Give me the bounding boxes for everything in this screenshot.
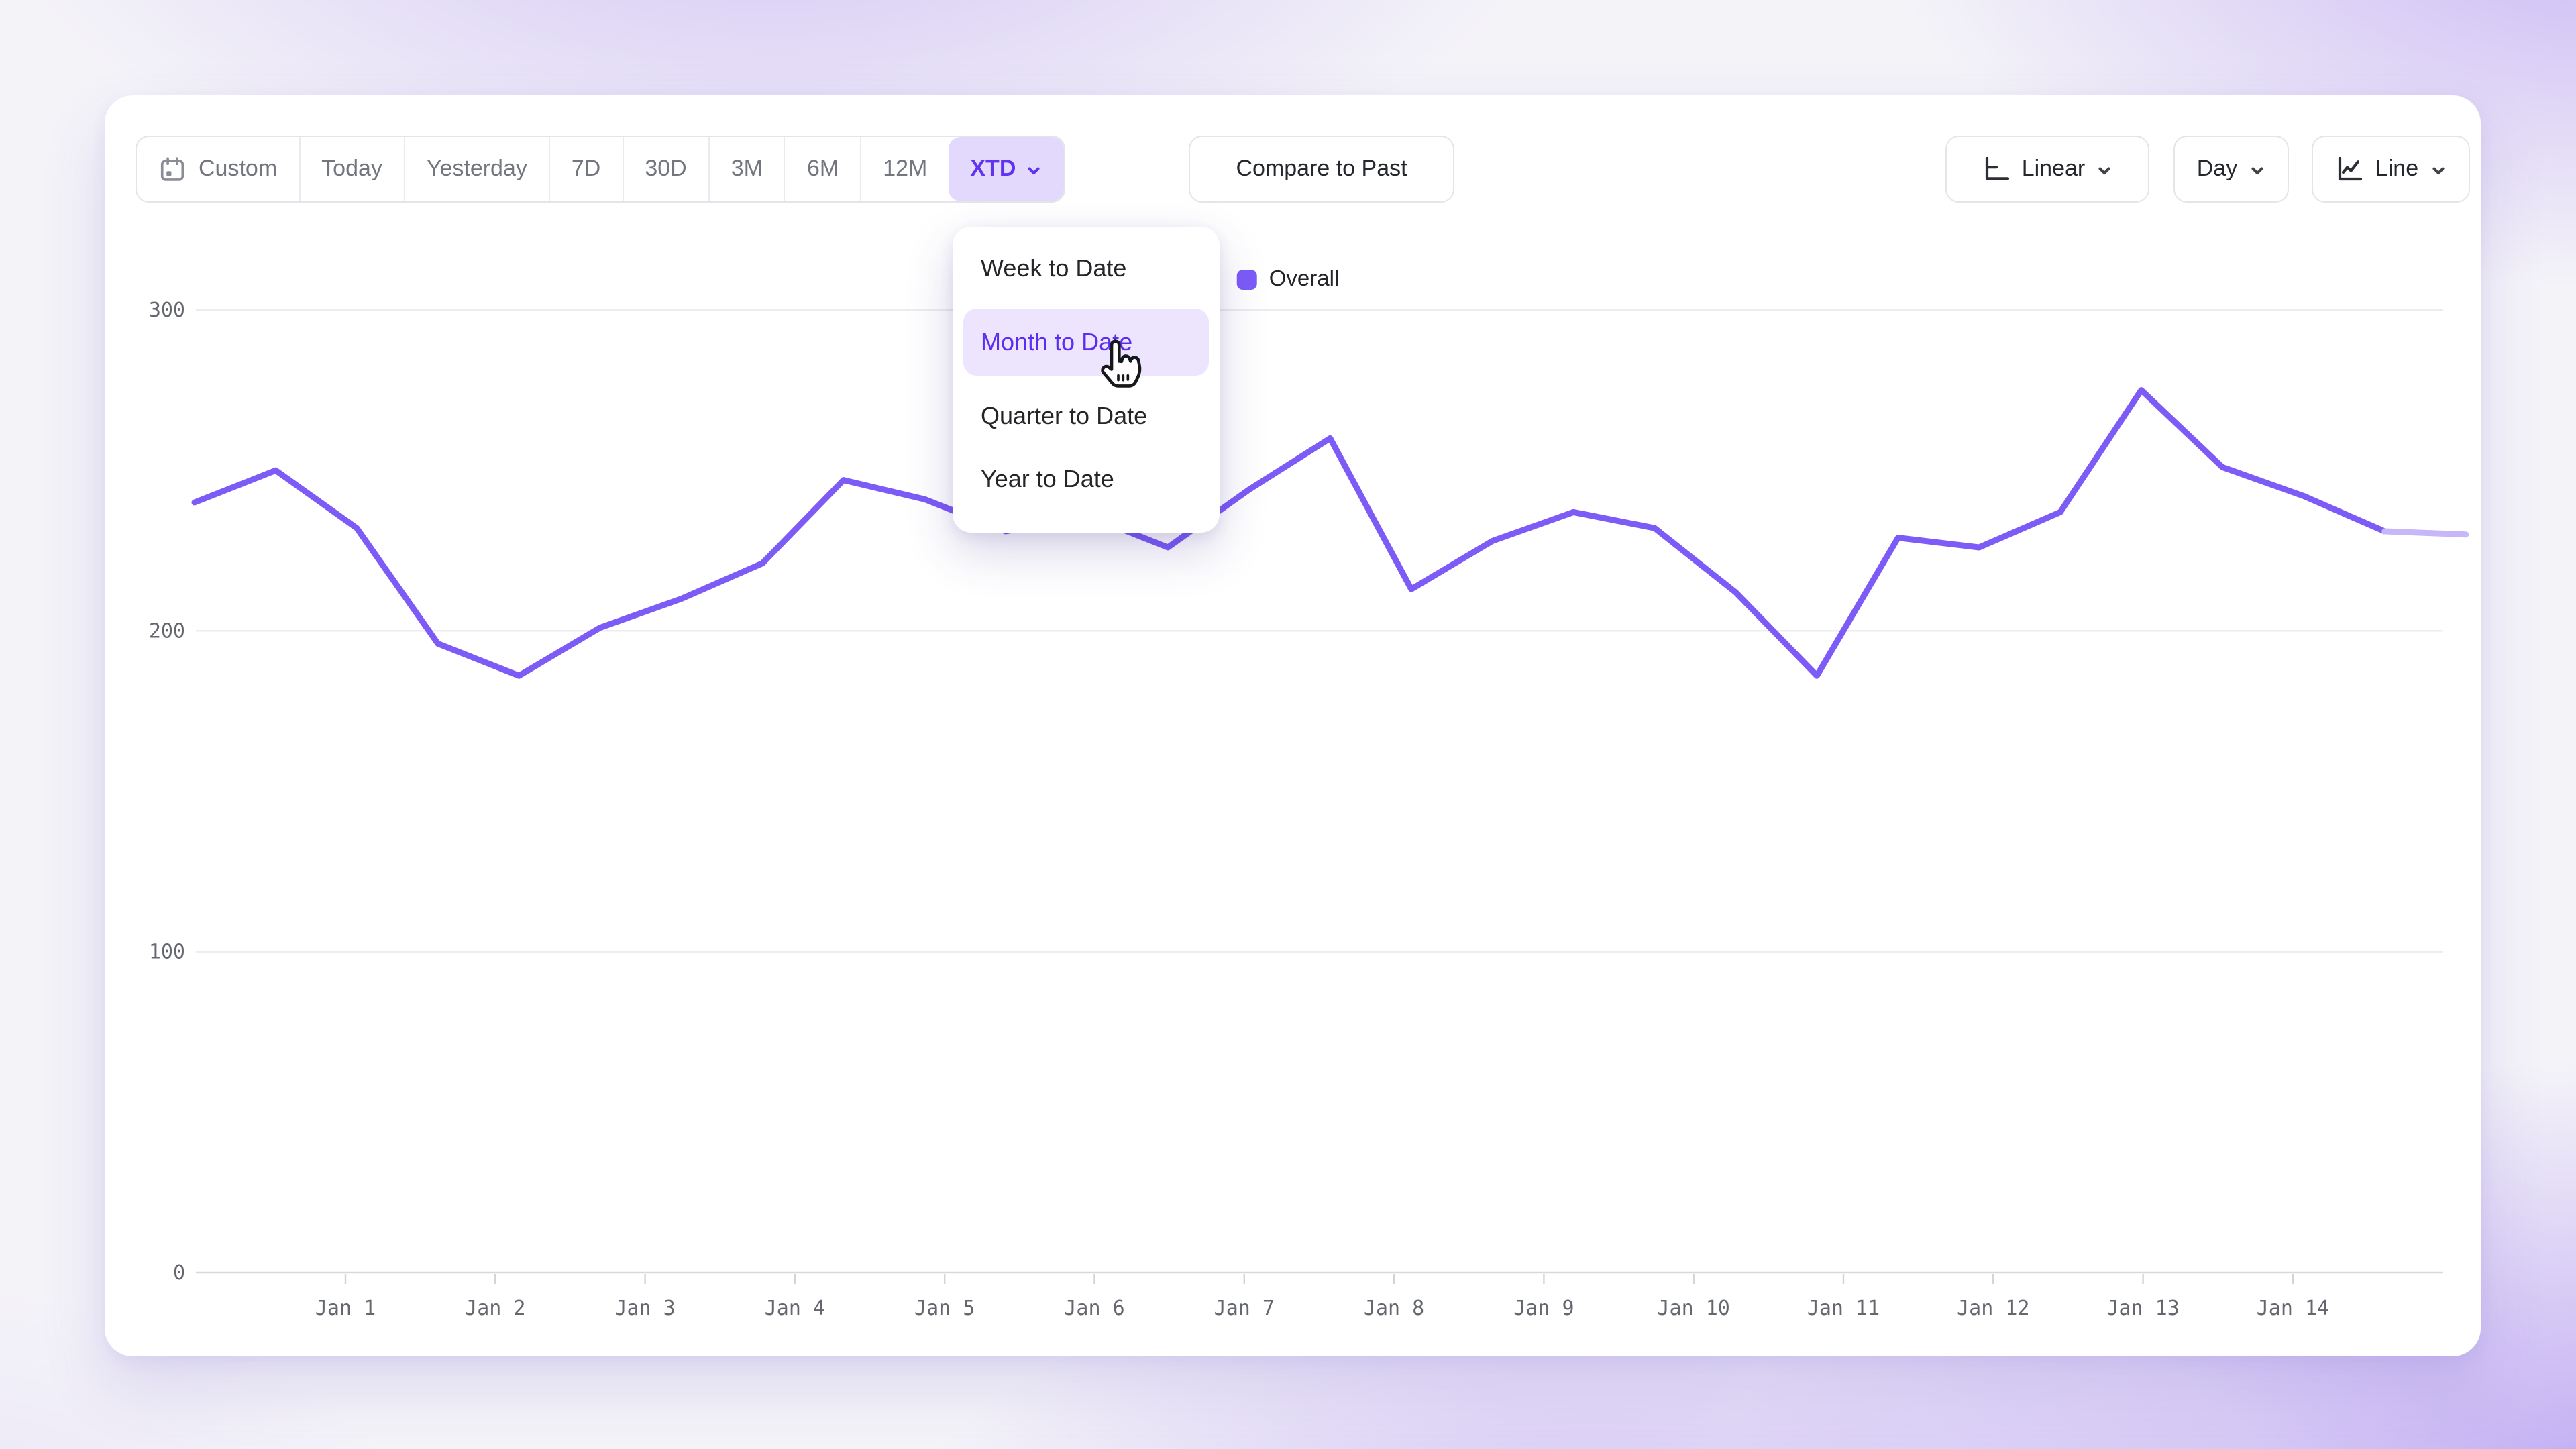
x-tick-label-1: Jan 1 [315,1297,376,1320]
y-tick-label-100: 100 [149,941,185,964]
x-tick-label-14: Jan 14 [2257,1297,2329,1320]
dropdown-item-quarter-to-date[interactable]: Quarter to Date [963,393,1209,439]
x-tick-label-12: Jan 12 [1957,1297,2029,1320]
xtd-dropdown-menu: Week to Date Month to Date Quarter to Date… [953,227,1220,533]
series-line-overall [195,390,2385,676]
x-tick-label-10: Jan 10 [1658,1297,1730,1320]
y-tick-label-200: 200 [149,619,185,643]
x-tick-label-9: Jan 9 [1513,1297,1574,1320]
line-chart: 0 100 200 300 Jan 1 Jan 2 Jan 3 Jan 4 Jan 5 Jan 6… [0,0,2576,1449]
series-line-overall-incomplete-tail [2385,531,2466,535]
x-tick-label-4: Jan 4 [765,1297,825,1320]
x-tick-label-5: Jan 5 [914,1297,975,1320]
dropdown-item-week-to-date[interactable]: Week to Date [963,246,1209,291]
app-background: CustomTodayYesterday7D30D3M6M12M XTD Com… [0,0,2576,1449]
x-tick-label-6: Jan 6 [1064,1297,1124,1320]
x-tick-label-13: Jan 13 [2106,1297,2179,1320]
x-tick-label-8: Jan 8 [1364,1297,1424,1320]
x-tick-label-7: Jan 7 [1214,1297,1275,1320]
x-tick-label-2: Jan 2 [465,1297,525,1320]
y-tick-label-0: 0 [173,1261,185,1285]
x-tick-label-3: Jan 3 [614,1297,675,1320]
y-tick-label-300: 300 [149,299,185,322]
dropdown-item-month-to-date[interactable]: Month to Date [963,309,1209,376]
x-tick-label-11: Jan 11 [1807,1297,1880,1320]
dropdown-item-year-to-date[interactable]: Year to Date [963,456,1209,502]
